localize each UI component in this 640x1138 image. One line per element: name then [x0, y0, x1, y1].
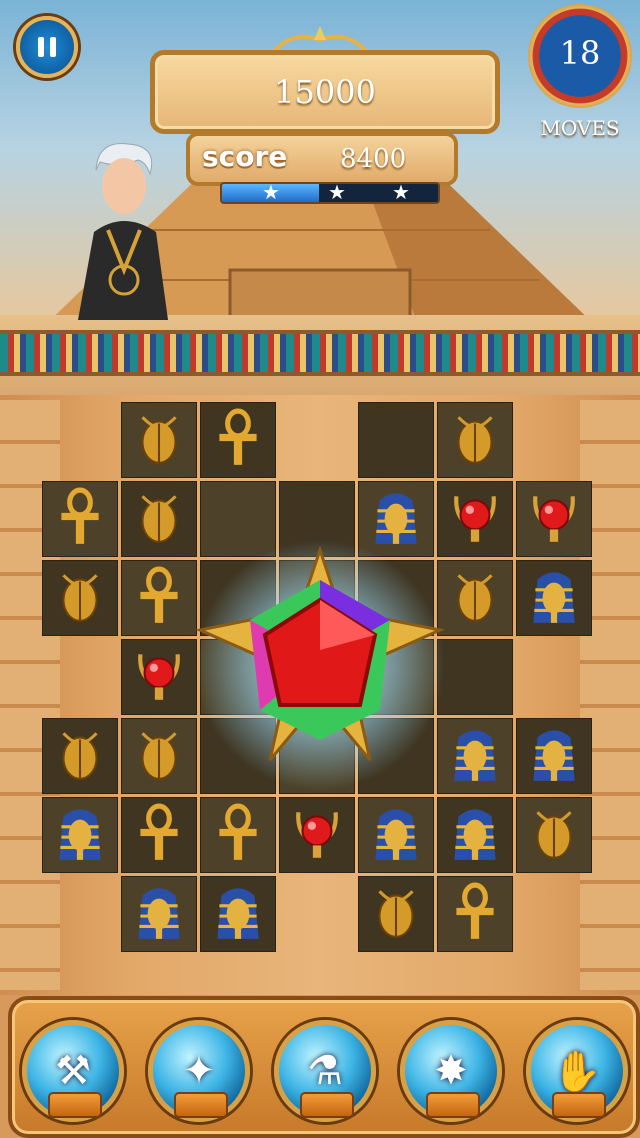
- booster-count-tab: [174, 1092, 228, 1118]
- board-cell[interactable]: [200, 797, 276, 873]
- hammer-icon: ⚒: [55, 1048, 91, 1094]
- pharaoh-icon: [444, 802, 506, 868]
- board-cell[interactable]: [358, 402, 434, 478]
- board-cell[interactable]: [121, 718, 197, 794]
- hand-icon: ✋: [552, 1048, 602, 1095]
- board-cell[interactable]: [42, 718, 118, 794]
- board-cell[interactable]: [42, 797, 118, 873]
- scarab-icon: [444, 565, 506, 631]
- board-cell[interactable]: [200, 402, 276, 478]
- ankh-icon: [49, 486, 111, 552]
- pharaoh-icon: [128, 881, 190, 947]
- pharaoh-icon: [444, 723, 506, 789]
- ankh-icon: [207, 802, 269, 868]
- scarab-icon: [365, 881, 427, 947]
- board-cell[interactable]: [42, 481, 118, 557]
- shuffle-gem-icon: ✦: [182, 1048, 216, 1094]
- board-cell[interactable]: [121, 797, 197, 873]
- board-cell[interactable]: [516, 481, 592, 557]
- red-orb-icon: [523, 486, 585, 552]
- ankh-icon: [207, 407, 269, 473]
- ankh-icon: [128, 802, 190, 868]
- scarab-icon: [523, 802, 585, 868]
- board-cell[interactable]: [121, 876, 197, 952]
- pharaoh-icon: [523, 565, 585, 631]
- scarab-icon: [49, 723, 111, 789]
- scarab-icon: [49, 565, 111, 631]
- board-cell[interactable]: [279, 797, 355, 873]
- board-cell[interactable]: [437, 797, 513, 873]
- booster-count-tab: [48, 1092, 102, 1118]
- board-cell[interactable]: [200, 876, 276, 952]
- board-cell[interactable]: [358, 797, 434, 873]
- booster-count-tab: [426, 1092, 480, 1118]
- scarab-icon: [444, 407, 506, 473]
- red-orb-icon: [444, 486, 506, 552]
- red-orb-icon: [128, 644, 190, 710]
- board-cell[interactable]: [42, 560, 118, 636]
- scarab-icon: [128, 723, 190, 789]
- star-gem-burst: [195, 540, 445, 790]
- board-cell[interactable]: [121, 560, 197, 636]
- board-cell[interactable]: [358, 876, 434, 952]
- red-orb-icon: [286, 802, 348, 868]
- color-bomb-icon: ✸: [434, 1048, 468, 1094]
- board-cell[interactable]: [121, 639, 197, 715]
- board-cell[interactable]: [516, 797, 592, 873]
- board-cell[interactable]: [437, 876, 513, 952]
- board-cell[interactable]: [437, 402, 513, 478]
- ankh-icon: [128, 565, 190, 631]
- pharaoh-icon: [207, 881, 269, 947]
- pharaoh-icon: [49, 802, 111, 868]
- ankh-icon: [444, 881, 506, 947]
- booster-count-tab: [552, 1092, 606, 1118]
- potion-icon: ⚗: [307, 1048, 343, 1094]
- scarab-icon: [128, 486, 190, 552]
- scarab-icon: [128, 407, 190, 473]
- board-cell[interactable]: [516, 560, 592, 636]
- board-cell[interactable]: [121, 402, 197, 478]
- booster-count-tab: [300, 1092, 354, 1118]
- pharaoh-icon: [523, 723, 585, 789]
- board-cell[interactable]: [516, 718, 592, 794]
- pharaoh-icon: [365, 802, 427, 868]
- board-cell[interactable]: [121, 481, 197, 557]
